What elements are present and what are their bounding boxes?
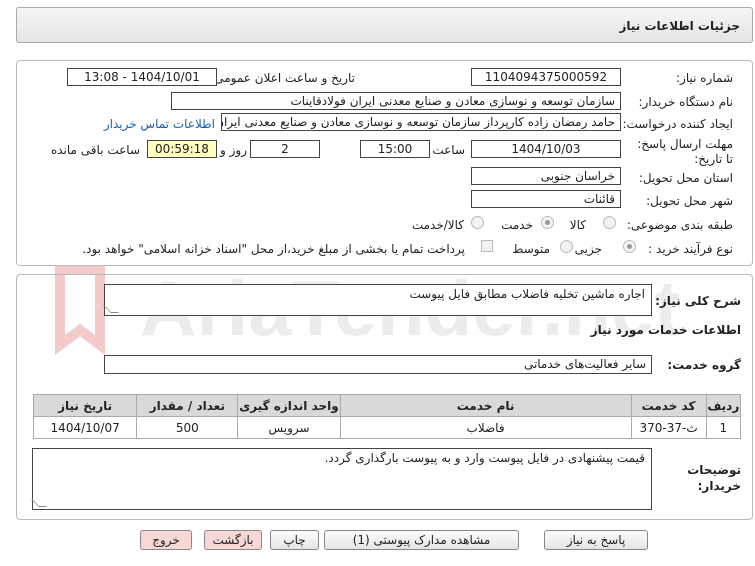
requester-label: ایجاد کننده درخواست:	[622, 117, 733, 131]
buyer-org-label: نام دستگاه خریدار:	[638, 95, 734, 109]
service-group-field: سایر فعالیت‌های خدماتی	[104, 355, 652, 374]
buyer-notes-label: توضیحات خریدار:	[687, 463, 741, 493]
description-label: شرح کلی نیاز:	[655, 294, 741, 308]
remaining-time-field: 00:59:18	[147, 140, 217, 158]
remaining-label: ساعت باقی مانده	[50, 143, 140, 157]
service-group-label: گروه خدمت:	[667, 358, 741, 372]
services-table: ردیف کد خدمت نام خدمت واحد اندازه گیری ت…	[32, 394, 742, 439]
category-option-goods: کالا	[569, 218, 586, 232]
cell-code: ث-37-370	[630, 416, 707, 439]
resize-handle-icon[interactable]	[31, 499, 47, 507]
days-field: 2	[250, 140, 320, 158]
category-option-service: خدمت	[501, 218, 533, 232]
cell-date: 1404/10/07	[32, 416, 138, 439]
cell-row: 1	[705, 416, 742, 439]
city-label: شهر محل تحویل:	[646, 194, 733, 208]
services-table-header: ردیف کد خدمت نام خدمت واحد اندازه گیری ت…	[32, 394, 742, 417]
col-qty-header: تعداد / مقدار	[136, 394, 239, 417]
deadline-time-label: ساعت	[432, 143, 465, 157]
announce-label: تاریخ و ساعت اعلان عمومی:	[210, 71, 355, 85]
category-option-goods-service: کالا/خدمت	[411, 218, 464, 232]
col-row-header: ردیف	[705, 394, 742, 417]
category-radio-goods[interactable]	[603, 216, 616, 229]
deadline-time-field: 15:00	[360, 140, 430, 158]
process-label: نوع فرآیند خرید :	[648, 242, 733, 256]
table-row: 1 ث-37-370 فاضلاب سرویس 500 1404/10/07	[32, 416, 742, 439]
cell-unit: سرویس	[237, 416, 341, 439]
exit-button[interactable]: خروج	[140, 530, 192, 550]
requester-field: حامد رمضان زاده کارپرداز سازمان توسعه و …	[221, 113, 621, 131]
buyer-contact-link[interactable]: اطلاعات تماس خریدار	[104, 117, 215, 131]
back-button[interactable]: بازگشت	[204, 530, 262, 550]
need-number-field: 1104094375000592	[471, 68, 621, 86]
category-label: طبقه بندی موضوعی:	[626, 218, 733, 232]
process-option-minor: جزیی	[574, 242, 602, 256]
col-unit-header: واحد اندازه گیری	[237, 394, 341, 417]
buyer-notes-field: قیمت پیشنهادی در فایل پیوست وارد و به پی…	[31, 448, 652, 510]
col-date-header: تاریخ نیاز	[32, 394, 138, 417]
province-label: استان محل تحویل:	[638, 171, 733, 185]
process-radio-medium[interactable]	[560, 240, 573, 253]
category-radio-service[interactable]	[541, 216, 554, 229]
treasury-payment-note: پرداخت تمام یا بخشی از مبلغ خرید،از محل …	[82, 242, 465, 256]
print-button[interactable]: چاپ	[270, 530, 319, 550]
description-field: اجاره ماشین تخلیه فاضلاب مطابق فایل پیوس…	[103, 284, 652, 316]
deadline-date-field: 1404/10/03	[471, 140, 621, 158]
city-field: قائنات	[471, 190, 621, 208]
buyer-notes-text: قیمت پیشنهادی در فایل پیوست وارد و به پی…	[324, 451, 645, 465]
reply-button[interactable]: پاسخ به نیاز	[544, 530, 648, 550]
category-radio-goods-service[interactable]	[471, 216, 484, 229]
services-section-title: اطلاعات خدمات مورد نیاز	[590, 323, 741, 337]
treasury-payment-checkbox[interactable]	[481, 240, 493, 252]
process-radio-minor[interactable]	[623, 240, 636, 253]
buyer-org-field: سازمان توسعه و نوسازی معادن و صنایع معدن…	[171, 92, 621, 110]
page-header: جزئیات اطلاعات نیاز	[16, 7, 753, 43]
col-code-header: کد خدمت	[630, 394, 707, 417]
need-number-label: شماره نیاز:	[676, 71, 733, 85]
process-option-medium: متوسط	[512, 242, 550, 256]
cell-name: فاضلاب	[339, 416, 632, 439]
days-label: روز و	[220, 143, 247, 157]
description-text: اجاره ماشین تخلیه فاضلاب مطابق فایل پیوس…	[409, 287, 645, 301]
col-name-header: نام خدمت	[339, 394, 632, 417]
cell-qty: 500	[136, 416, 239, 439]
resize-handle-icon[interactable]	[103, 305, 119, 313]
announce-datetime-field: 1404/10/01 - 13:08	[67, 68, 217, 86]
deadline-label: مهلت ارسال پاسخ: تا تاریخ:	[637, 137, 733, 166]
view-attachments-button[interactable]: مشاهده مدارک پیوستی (1)	[324, 530, 519, 550]
province-field: خراسان جنوبی	[471, 167, 621, 185]
page-title: جزئیات اطلاعات نیاز	[619, 19, 740, 33]
